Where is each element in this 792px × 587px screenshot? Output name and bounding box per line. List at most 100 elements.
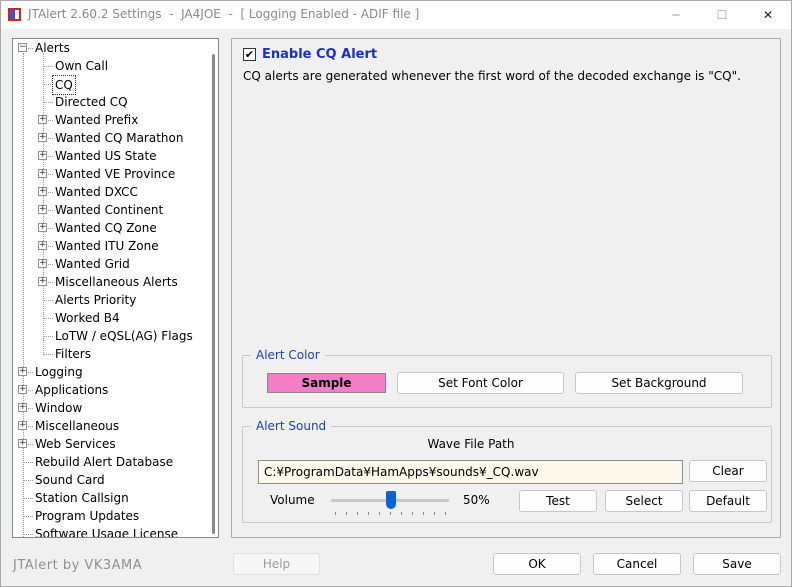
tree-item-label: Wanted DXCC: [55, 185, 138, 199]
window-title: JTAlert 2.60.2 Settings - JA4JOE - [ Log…: [28, 7, 420, 21]
tree-connector: [43, 354, 53, 355]
tree-item-wanted-continent[interactable]: + Wanted Continent: [13, 201, 203, 219]
tree-item-lotw-eqsl-ag-flags[interactable]: LoTW / eQSL(AG) Flags: [13, 327, 203, 345]
tree-item-wanted-us-state[interactable]: + Wanted US State: [13, 147, 203, 165]
tree-item-label: Station Callsign: [35, 491, 129, 505]
tree-item-label: Miscellaneous Alerts: [55, 275, 178, 289]
tree-item-label: LoTW / eQSL(AG) Flags: [55, 329, 193, 343]
tree-item-miscellaneous-alerts[interactable]: + Miscellaneous Alerts: [13, 273, 203, 291]
tree-item-label: Wanted CQ Zone: [55, 221, 157, 235]
expand-icon[interactable]: +: [18, 367, 27, 376]
tree-scrollbar-thumb[interactable]: [212, 54, 215, 534]
tree-item-wanted-ve-province[interactable]: + Wanted VE Province: [13, 165, 203, 183]
tree-item-wanted-cq-marathon[interactable]: + Wanted CQ Marathon: [13, 129, 203, 147]
expand-icon[interactable]: +: [38, 133, 47, 142]
expand-icon[interactable]: +: [18, 421, 27, 430]
tree-item-filters[interactable]: Filters: [13, 345, 203, 363]
alert-sound-group: Alert Sound Wave File Path C:¥ProgramDat…: [242, 418, 772, 523]
tree-item-window[interactable]: + Window: [13, 399, 203, 417]
collapse-icon[interactable]: −: [18, 43, 27, 52]
tree-item-label: Wanted Grid: [55, 257, 130, 271]
tree-item-label: Directed CQ: [55, 95, 128, 109]
set-background-button[interactable]: Set Background: [575, 372, 743, 394]
tree-item-program-updates[interactable]: Program Updates: [13, 507, 203, 525]
tree-item-software-usage-license[interactable]: Software Usage License: [13, 525, 203, 538]
tree-item-web-services[interactable]: + Web Services: [13, 435, 203, 453]
ok-button[interactable]: OK: [493, 553, 581, 575]
alert-sound-title: Alert Sound: [251, 418, 332, 434]
expand-icon[interactable]: +: [38, 223, 47, 232]
jtalert-app-icon: [8, 8, 21, 21]
default-button[interactable]: Default: [689, 490, 767, 512]
expand-icon[interactable]: +: [38, 241, 47, 250]
expand-icon[interactable]: +: [38, 151, 47, 160]
tree-item-station-callsign[interactable]: Station Callsign: [13, 489, 203, 507]
alert-color-group: Alert Color Sample Set Font Color Set Ba…: [242, 347, 772, 408]
save-button[interactable]: Save: [693, 553, 781, 575]
tree-connector: [43, 66, 53, 67]
tree-item-wanted-grid[interactable]: + Wanted Grid: [13, 255, 203, 273]
tree-item-label: Miscellaneous: [35, 419, 120, 433]
tree-item-alerts-priority[interactable]: Alerts Priority: [13, 291, 203, 309]
tree-item-label: Wanted VE Province: [55, 167, 176, 181]
volume-label: Volume: [270, 493, 315, 507]
tree-item-directed-cq[interactable]: Directed CQ: [13, 93, 203, 111]
expand-icon[interactable]: +: [18, 439, 27, 448]
maximize-button[interactable]: ☐: [699, 1, 745, 29]
tree-item-wanted-dxcc[interactable]: + Wanted DXCC: [13, 183, 203, 201]
clear-button[interactable]: Clear: [689, 460, 767, 482]
tree-scrollbar[interactable]: [209, 39, 218, 537]
expand-icon[interactable]: +: [38, 259, 47, 268]
minimize-button[interactable]: ─: [653, 1, 699, 29]
test-button[interactable]: Test: [519, 490, 597, 512]
enable-cq-alert-label[interactable]: Enable CQ Alert: [262, 47, 377, 62]
tree-item-worked-b4[interactable]: Worked B4: [13, 309, 203, 327]
tree-item-wanted-cq-zone[interactable]: + Wanted CQ Zone: [13, 219, 203, 237]
volume-percent: 50%: [463, 493, 490, 507]
tree-item-own-call[interactable]: Own Call: [13, 57, 203, 75]
tree-item-alerts[interactable]: − Alerts: [13, 39, 203, 57]
tree-item-rebuild-alert-database[interactable]: Rebuild Alert Database: [13, 453, 203, 471]
expand-icon[interactable]: +: [38, 115, 47, 124]
tree-item-label: Filters: [55, 347, 91, 361]
expand-icon[interactable]: +: [38, 277, 47, 286]
tree-item-label: Alerts: [35, 41, 70, 55]
alert-color-title: Alert Color: [251, 347, 325, 363]
maximize-icon: ☐: [716, 8, 728, 22]
set-font-color-button[interactable]: Set Font Color: [397, 372, 564, 394]
tree-item-label: Window: [35, 401, 83, 415]
expand-icon[interactable]: +: [38, 169, 47, 178]
minimize-icon: ─: [672, 8, 680, 22]
brand-label: JTAlert by VK3AMA: [13, 558, 143, 573]
volume-slider-thumb[interactable]: [386, 491, 396, 509]
volume-slider-ticks: [335, 512, 447, 515]
tree-item-wanted-prefix[interactable]: + Wanted Prefix: [13, 111, 203, 129]
cancel-button[interactable]: Cancel: [593, 553, 681, 575]
wave-file-path-input[interactable]: C:¥ProgramData¥HamApps¥sounds¥_CQ.wav: [258, 460, 683, 484]
expand-icon[interactable]: +: [38, 205, 47, 214]
settings-window: JTAlert 2.60.2 Settings - JA4JOE - [ Log…: [0, 0, 792, 587]
close-icon: ✕: [762, 8, 774, 22]
tree-item-label: Wanted US State: [55, 149, 157, 163]
tree-item-applications[interactable]: + Applications: [13, 381, 203, 399]
select-button[interactable]: Select: [605, 490, 683, 512]
tree-item-logging[interactable]: + Logging: [13, 363, 203, 381]
tree-item-cq[interactable]: CQ: [13, 75, 203, 95]
tree-connector: [43, 318, 53, 319]
tree-item-label: Software Usage License: [35, 527, 179, 538]
tree-item-miscellaneous[interactable]: + Miscellaneous: [13, 417, 203, 435]
expand-icon[interactable]: +: [38, 187, 47, 196]
expand-icon[interactable]: +: [18, 403, 27, 412]
enable-cq-alert-checkbox[interactable]: ✔: [243, 47, 256, 61]
cq-alert-panel: ✔ Enable CQ Alert CQ alerts are generate…: [231, 38, 781, 538]
enable-cq-alert-row[interactable]: ✔ Enable CQ Alert: [243, 46, 377, 62]
tree-connector: [23, 534, 33, 535]
settings-tree[interactable]: − Alerts Own Call CQ Directed CQ + Wanted Pref…: [12, 38, 219, 538]
tree-item-sound-card[interactable]: Sound Card: [13, 471, 203, 489]
wave-file-path-label: Wave File Path: [427, 437, 515, 451]
close-button[interactable]: ✕: [745, 1, 791, 29]
expand-icon[interactable]: +: [18, 385, 27, 394]
tree-item-wanted-itu-zone[interactable]: + Wanted ITU Zone: [13, 237, 203, 255]
help-button[interactable]: Help: [233, 553, 320, 575]
title-bar[interactable]: JTAlert 2.60.2 Settings - JA4JOE - [ Log…: [1, 1, 791, 29]
